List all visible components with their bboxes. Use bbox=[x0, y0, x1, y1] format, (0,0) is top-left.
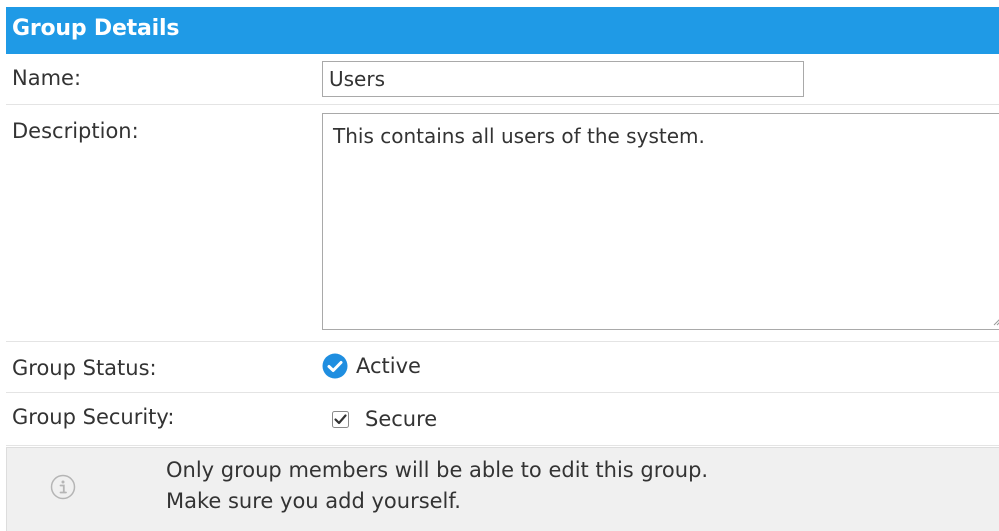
note-line-1: Only group members will be able to edit … bbox=[166, 458, 709, 482]
panel-title: Group Details bbox=[12, 16, 180, 41]
group-details-panel: Group Details Name: Description: This co… bbox=[6, 0, 999, 531]
secure-label: Secure bbox=[365, 407, 438, 431]
resize-grip-icon[interactable] bbox=[993, 318, 999, 326]
group-details-header: Group Details bbox=[6, 7, 999, 54]
note-line-2: Make sure you add yourself. bbox=[166, 489, 461, 513]
status-value: Active bbox=[356, 354, 421, 378]
info-note: Only group members will be able to edit … bbox=[6, 447, 999, 531]
checkbox-checked-icon[interactable] bbox=[332, 410, 349, 428]
check-circle-icon bbox=[322, 353, 348, 379]
group-status-row: Group Status: Active bbox=[6, 342, 999, 393]
group-status-label: Group Status: bbox=[12, 356, 157, 380]
description-text: This contains all users of the system. bbox=[333, 124, 705, 148]
group-security-row: Group Security: Secure bbox=[6, 393, 999, 446]
description-textarea[interactable]: This contains all users of the system. bbox=[322, 113, 999, 330]
name-label: Name: bbox=[12, 66, 82, 90]
info-icon bbox=[50, 474, 76, 500]
secure-checkbox-wrap[interactable]: Secure bbox=[332, 401, 437, 437]
group-security-label: Group Security: bbox=[12, 405, 175, 429]
description-label: Description: bbox=[12, 119, 139, 143]
name-input[interactable] bbox=[322, 61, 804, 97]
description-row: Description: This contains all users of … bbox=[6, 105, 999, 342]
status-indicator[interactable]: Active bbox=[322, 348, 421, 384]
name-row: Name: bbox=[6, 54, 999, 105]
